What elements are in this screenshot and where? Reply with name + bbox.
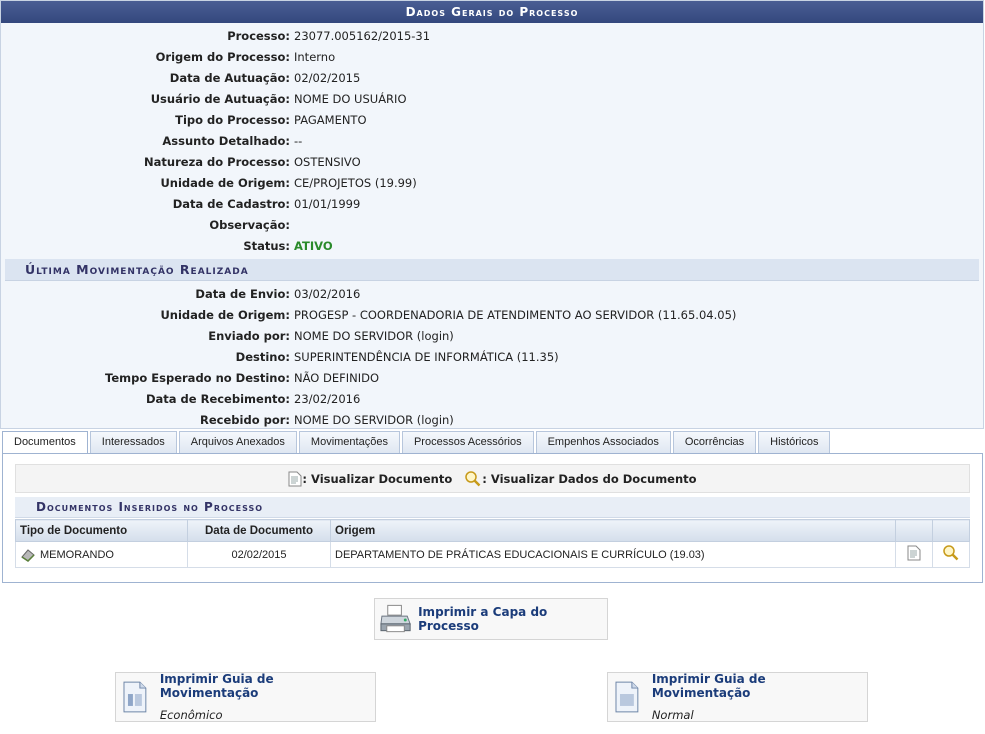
field-row: Observação: <box>1 214 983 235</box>
field-value: ATIVO <box>294 238 333 253</box>
field-label: Data de Autuação: <box>169 70 290 85</box>
field-label: Observação: <box>209 217 290 232</box>
field-row: Unidade de Origem: PROGESP - COORDENADORI… <box>1 304 983 325</box>
col-action-2 <box>932 519 970 542</box>
col-origem: Origem <box>330 519 896 542</box>
tab-historicos[interactable]: Históricos <box>758 431 831 453</box>
field-label: Tempo Esperado no Destino: <box>105 370 290 385</box>
field-label: Recebido por: <box>200 412 290 427</box>
print-cover-button[interactable]: Imprimir a Capa do Processo <box>374 598 608 640</box>
document-guide-icon <box>615 681 639 713</box>
field-value: -- <box>294 133 303 148</box>
field-row: Natureza do Processo: OSTENSIVO <box>1 151 983 172</box>
tab-processos-acessorios[interactable]: Processos Acessórios <box>401 431 534 453</box>
field-value: OSTENSIVO <box>294 154 361 169</box>
last-movement-title: Última Movimentação Realizada <box>5 259 979 281</box>
field-label: Data de Cadastro: <box>172 196 290 211</box>
field-value: NOME DO SERVIDOR (login) <box>294 328 454 343</box>
document-guide-icon <box>123 681 147 713</box>
cell-data: 02/02/2015 <box>187 541 331 568</box>
tab-bar: Documentos Interessados Arquivos Anexados M… <box>2 431 832 454</box>
tab-ocorrencias[interactable]: Ocorrências <box>672 431 757 453</box>
field-row: Assunto Detalhado: -- <box>1 130 983 151</box>
field-row: Origem do Processo: Interno <box>1 46 983 67</box>
field-value: CE/PROJETOS (19.99) <box>294 175 417 190</box>
tab-interessados[interactable]: Interessados <box>89 431 177 453</box>
view-document-data-button[interactable] <box>932 541 970 568</box>
legend: : Visualizar Documento : Visualizar Dado… <box>15 464 970 493</box>
field-value: NOME DO SERVIDOR (login) <box>294 412 454 427</box>
tab-content-documentos: : Visualizar Documento : Visualizar Dado… <box>2 453 983 583</box>
process-fields: Processo: 23077.005162/2015-31 Origem do P… <box>1 25 983 256</box>
memo-icon <box>21 548 35 562</box>
print-guide-normal-button[interactable]: Imprimir Guia de Movimentação Normal <box>607 672 868 722</box>
field-row: Usuário de Autuação: NOME DO USUÁRIO <box>1 88 983 109</box>
field-value: NOME DO USUÁRIO <box>294 91 407 106</box>
document-icon <box>907 545 921 561</box>
magnifier-icon <box>943 545 959 561</box>
field-row: Tempo Esperado no Destino: NÃO DEFINIDO <box>1 367 983 388</box>
field-row: Enviado por: NOME DO SERVIDOR (login) <box>1 325 983 346</box>
field-value: 03/02/2016 <box>294 286 361 301</box>
field-value: PROGESP - COORDENADORIA DE ATENDIMENTO A… <box>294 307 737 322</box>
view-document-button[interactable] <box>895 541 933 568</box>
field-label: Destino: <box>235 349 290 364</box>
field-row: Data de Autuação: 02/02/2015 <box>1 67 983 88</box>
field-value: 01/01/1999 <box>294 196 361 211</box>
field-value: NÃO DEFINIDO <box>294 370 380 385</box>
field-label: Origem do Processo: <box>155 49 290 64</box>
documents-table: Tipo de Documento Data de Documento Orig… <box>15 519 970 568</box>
field-label: Unidade de Origem: <box>160 175 290 190</box>
print-guide-economic-button[interactable]: Imprimir Guia de Movimentação Econômico <box>115 672 376 722</box>
field-value: 02/02/2015 <box>294 70 361 85</box>
document-icon <box>288 471 302 486</box>
last-movement-fields: Data de Envio: 03/02/2016 Unidade de Orige… <box>1 283 983 430</box>
field-row: Status: ATIVO <box>1 235 983 256</box>
process-details-panel: Dados Gerais do Processo Processo: 23077.… <box>0 0 984 429</box>
col-data: Data de Documento <box>187 519 331 542</box>
printer-icon <box>380 604 411 633</box>
field-row: Recebido por: NOME DO SERVIDOR (login) <box>1 409 983 430</box>
field-row: Tipo do Processo: PAGAMENTO <box>1 109 983 130</box>
field-label: Tipo do Processo: <box>175 112 290 127</box>
col-action-1 <box>895 519 933 542</box>
field-label: Data de Recebimento: <box>145 391 290 406</box>
field-label: Assunto Detalhado: <box>162 133 290 148</box>
field-value: Interno <box>294 49 336 64</box>
field-row: Data de Envio: 03/02/2016 <box>1 283 983 304</box>
field-value: 23/02/2016 <box>294 391 361 406</box>
field-value: PAGAMENTO <box>294 112 367 127</box>
field-row: Destino: SUPERINTENDÊNCIA DE INFORMÁTICA … <box>1 346 983 367</box>
field-label: Usuário de Autuação: <box>150 91 290 106</box>
field-label: Processo: <box>227 28 290 43</box>
field-row: Processo: 23077.005162/2015-31 <box>1 25 983 46</box>
field-row: Data de Cadastro: 01/01/1999 <box>1 193 983 214</box>
tab-movimentacoes[interactable]: Movimentações <box>298 431 400 453</box>
magnifier-icon <box>465 470 481 486</box>
field-label: Unidade de Origem: <box>160 307 290 322</box>
field-value: 23077.005162/2015-31 <box>294 28 431 43</box>
field-label: Status: <box>243 238 290 253</box>
tab-empenhos-associados[interactable]: Empenhos Associados <box>535 431 671 453</box>
col-tipo: Tipo de Documento <box>15 519 188 542</box>
table-row: MEMORANDO 02/02/2015 DEPARTAMENTO DE PRÁ… <box>15 541 970 568</box>
tab-documentos[interactable]: Documentos <box>2 431 88 454</box>
field-label: Natureza do Processo: <box>144 154 290 169</box>
field-row: Unidade de Origem: CE/PROJETOS (19.99) <box>1 172 983 193</box>
field-row: Data de Recebimento: 23/02/2016 <box>1 388 983 409</box>
field-label: Data de Envio: <box>195 286 290 301</box>
panel-title: Dados Gerais do Processo <box>1 1 983 23</box>
field-label: Enviado por: <box>208 328 290 343</box>
legend-view-document: : Visualizar Documento <box>302 471 453 486</box>
cell-tipo: MEMORANDO <box>15 541 188 568</box>
field-value: SUPERINTENDÊNCIA DE INFORMÁTICA (11.35) <box>294 349 559 364</box>
cell-origem: DEPARTAMENTO DE PRÁTICAS EDUCACIONAIS E … <box>330 541 896 568</box>
legend-view-data: : Visualizar Dados do Documento <box>482 471 697 486</box>
tab-arquivos-anexados[interactable]: Arquivos Anexados <box>178 431 297 453</box>
documents-section-title: Documentos Inseridos no Processo <box>15 497 970 518</box>
